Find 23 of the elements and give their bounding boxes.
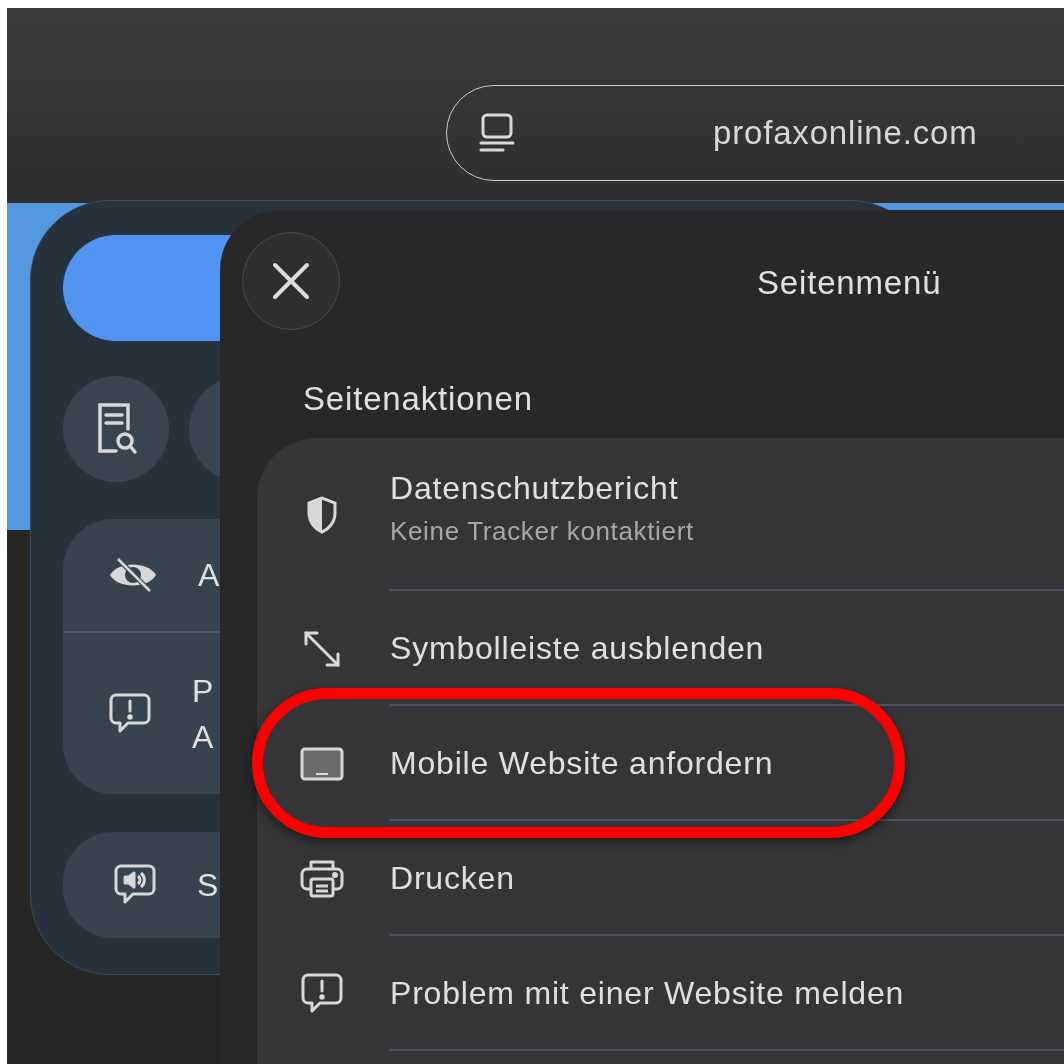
section-heading: Seitenaktionen (303, 379, 533, 419)
menu-item[interactable]: Problem mit einer Website melden (257, 936, 1064, 1051)
menu-item[interactable]: Symbolleiste ausblenden (257, 591, 1064, 706)
menu-item-label: Drucken (390, 858, 515, 898)
setting-label: A (198, 556, 220, 595)
shield-icon (305, 495, 338, 534)
setting-label: S (197, 866, 219, 905)
menu-item-label: Problem mit einer Website melden (390, 973, 905, 1013)
menu-item-label: Datenschutzbericht (390, 469, 679, 508)
reader-icon[interactable] (477, 112, 517, 154)
setting-label: P A (192, 671, 214, 757)
printer-icon (299, 858, 344, 899)
menu-item[interactable]: Drucken (257, 821, 1064, 936)
expand-arrows-icon (302, 629, 341, 668)
menu-item-label: Mobile Website anfordern (390, 743, 774, 783)
menu-item-label: Symbolleiste ausblenden (390, 628, 765, 668)
url-text: profaxonline.com (713, 113, 978, 154)
eye-slash-icon (108, 557, 158, 593)
screen-icon (299, 746, 344, 781)
close-icon (272, 262, 310, 300)
menu-title: Seitenmenü (757, 263, 942, 303)
menu-item[interactable]: Datenschutzbericht Keine Tracker kontaktiert (257, 438, 1064, 591)
menu-item-subtitle: Keine Tracker kontaktiert (390, 515, 694, 548)
